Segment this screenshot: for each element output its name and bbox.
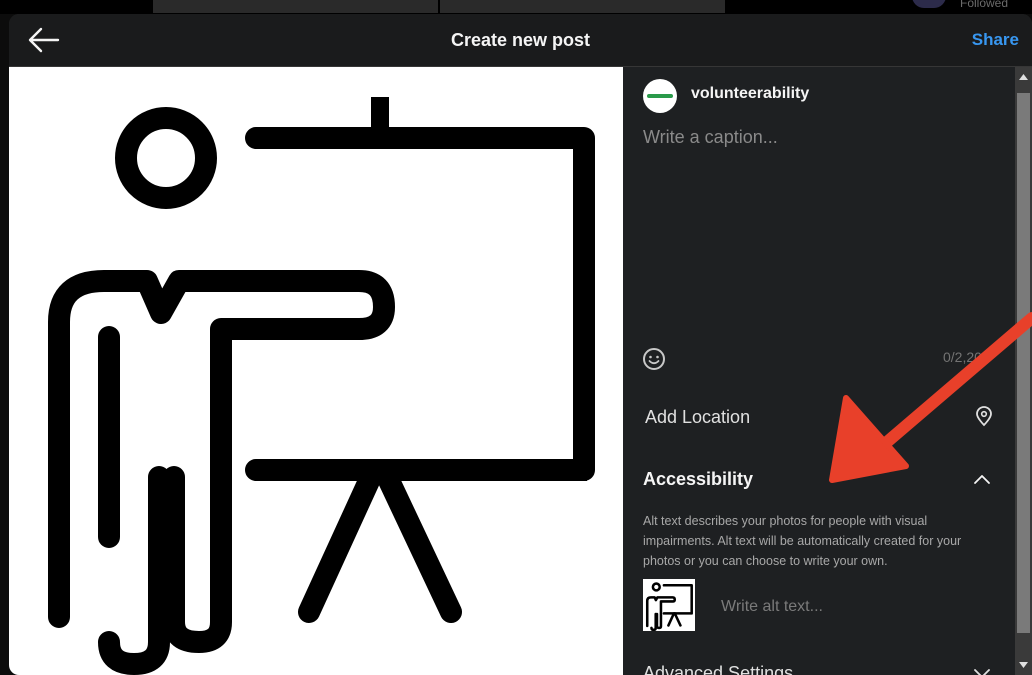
background-followed-text: Followed	[960, 0, 1009, 10]
post-image-preview	[9, 67, 623, 675]
scroll-down-button[interactable]	[1015, 655, 1032, 675]
panel-scrollbar[interactable]	[1015, 67, 1032, 675]
add-location-row[interactable]: Add Location	[623, 397, 1015, 437]
create-post-modal: Create new post Share volunteerability W…	[9, 14, 1032, 675]
emoji-button[interactable]	[641, 346, 667, 372]
presenter-whiteboard-icon	[645, 582, 693, 632]
caption-char-count: 0/2,20	[943, 349, 982, 365]
modal-header: Create new post Share	[9, 14, 1032, 67]
add-location-label: Add Location	[645, 407, 751, 427]
smiley-icon	[643, 348, 665, 370]
scrollbar-thumb[interactable]	[1017, 93, 1030, 633]
share-button[interactable]: Share	[972, 30, 1019, 50]
advanced-settings-label: Advanced Settings	[643, 663, 794, 675]
chevron-up-icon	[974, 475, 990, 484]
alt-text-thumbnail	[643, 579, 695, 632]
background-thumbnail	[153, 0, 438, 13]
alt-text-input[interactable]	[719, 593, 993, 621]
triangle-up-icon	[1019, 74, 1028, 80]
accessibility-label: Accessibility	[643, 469, 754, 489]
scroll-up-button[interactable]	[1015, 67, 1032, 87]
accessibility-toggle[interactable]: Accessibility	[623, 459, 1015, 499]
avatar-logo	[647, 94, 673, 98]
chevron-down-icon	[974, 669, 990, 675]
post-details-panel: volunteerability 0/2,20 Add Location Acc…	[623, 67, 1015, 675]
accessibility-description: Alt text describes your photos for peopl…	[643, 514, 962, 568]
caption-input[interactable]	[641, 125, 1001, 329]
triangle-down-icon	[1019, 662, 1028, 668]
username: volunteerability	[691, 85, 810, 102]
presenter-whiteboard-icon	[48, 97, 595, 675]
advanced-settings-toggle[interactable]: Advanced Settings	[623, 659, 1015, 675]
modal-title: Create new post	[450, 30, 591, 50]
location-pin-icon	[976, 406, 992, 427]
background-thumbnail	[440, 0, 725, 13]
avatar	[643, 79, 677, 113]
